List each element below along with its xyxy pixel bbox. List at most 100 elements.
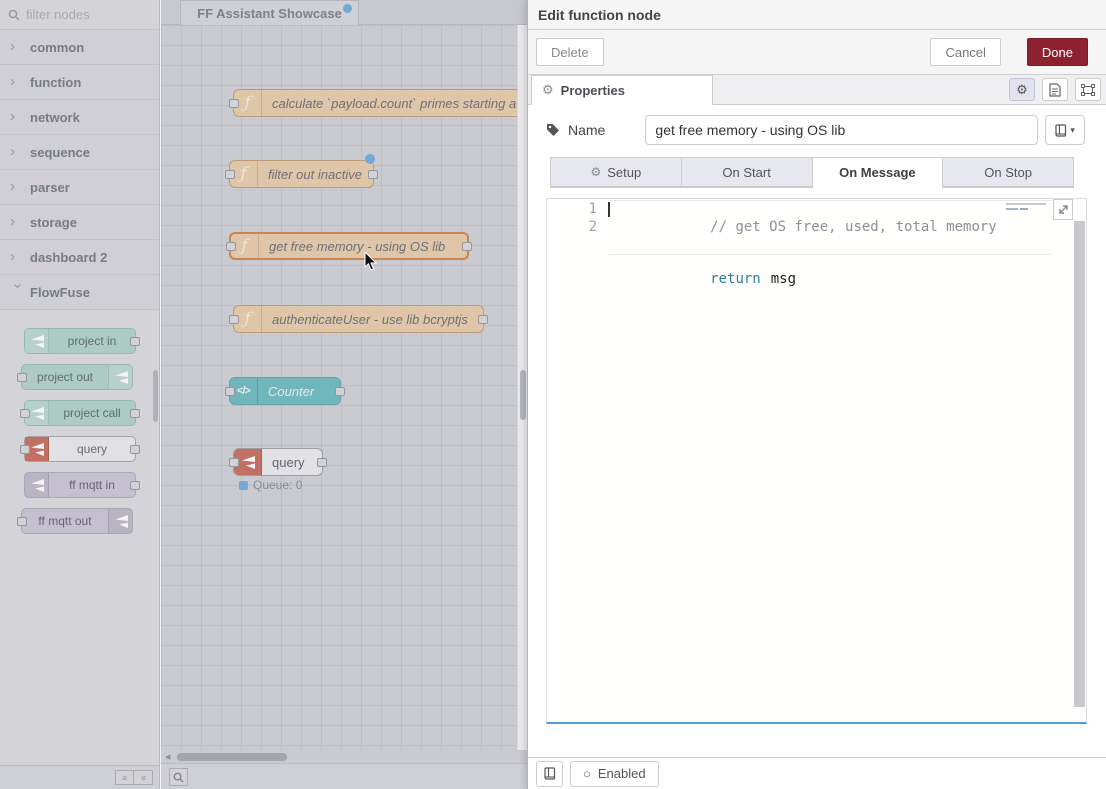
appearance-view-button[interactable] — [1075, 78, 1101, 101]
tab-setup[interactable]: ⚙ Setup — [550, 157, 682, 187]
tab-label: On Start — [722, 165, 770, 180]
palette-category-parser[interactable]: › parser — [0, 170, 159, 205]
tab-on-message[interactable]: On Message — [813, 157, 944, 188]
palette-node-project-out[interactable]: project out — [21, 364, 133, 390]
node-port-input[interactable] — [20, 409, 30, 418]
node-query[interactable]: query — [233, 448, 323, 476]
description-view-button[interactable] — [1042, 78, 1068, 101]
node-port-output[interactable] — [130, 481, 140, 490]
tray-toolbar: Delete Cancel Done — [528, 30, 1106, 75]
node-port-output[interactable] — [368, 170, 378, 179]
category-label: common — [30, 40, 84, 55]
node-port-input[interactable] — [229, 99, 239, 108]
node-port-output[interactable] — [478, 315, 488, 324]
delete-button[interactable]: Delete — [536, 38, 604, 66]
properties-view-button[interactable]: ⚙ — [1009, 78, 1035, 101]
enabled-label: Enabled — [598, 766, 646, 781]
node-port-input[interactable] — [229, 315, 239, 324]
flow-tabbar: FF Assistant Showcase — [161, 0, 527, 25]
name-input[interactable] — [645, 115, 1038, 145]
node-port-output[interactable] — [130, 409, 140, 418]
canvas-horizontal-scrollbar[interactable]: ◂ — [161, 750, 517, 763]
palette-node-project-call[interactable]: project call — [24, 400, 136, 426]
cancel-button[interactable]: Cancel — [930, 38, 1000, 66]
canvas-vertical-scrollbar[interactable] — [517, 25, 527, 750]
palette-category-storage[interactable]: › storage — [0, 205, 159, 240]
node-calculate-primes[interactable]: ƒ calculate `payload.count` primes start… — [233, 89, 517, 117]
gear-icon: ⚙ — [591, 165, 602, 179]
node-port-output[interactable] — [462, 242, 472, 251]
chevron-down-icon: › — [10, 283, 27, 299]
palette-category-network[interactable]: › network — [0, 100, 159, 135]
canvas-horizontal-scrollbar-thumb[interactable] — [177, 753, 287, 761]
done-button[interactable]: Done — [1027, 38, 1088, 66]
node-get-free-memory[interactable]: ƒ get free memory - using OS lib — [229, 232, 469, 260]
node-port-output[interactable] — [130, 337, 140, 346]
palette-category-sequence[interactable]: › sequence — [0, 135, 159, 170]
palette-category-flowfuse[interactable]: › FlowFuse — [0, 275, 159, 310]
palette-node-ff-mqtt-out[interactable]: ff mqtt out — [21, 508, 133, 534]
search-flows-button[interactable] — [169, 768, 188, 786]
chevron-right-icon: › — [10, 213, 26, 230]
tab-properties[interactable]: ⚙ Properties — [531, 75, 713, 105]
library-button[interactable] — [536, 761, 563, 787]
document-icon — [1049, 83, 1061, 97]
category-label: function — [30, 75, 81, 90]
palette-node-label: ff mqtt in — [49, 478, 135, 492]
chevron-right-icon: › — [10, 108, 26, 125]
node-label: Counter — [258, 384, 340, 399]
filter-nodes-input[interactable] — [26, 7, 136, 22]
palette-node-ff-mqtt-in[interactable]: ff mqtt in — [24, 472, 136, 498]
palette-node-project-in[interactable]: project in — [24, 328, 136, 354]
scroll-left-arrow-icon[interactable]: ◂ — [165, 750, 171, 763]
node-enabled-toggle[interactable]: ○ Enabled — [570, 761, 659, 787]
editor-code-lines[interactable]: // get OS free, used, total memory retur… — [609, 201, 1052, 306]
function-editor-tabs: ⚙ Setup On Start On Message On Stop — [550, 157, 1074, 188]
expand-editor-button[interactable] — [1053, 199, 1073, 220]
node-port-output[interactable] — [130, 445, 140, 454]
library-dropdown-button[interactable]: ▾ — [1045, 115, 1085, 145]
editor-scrollbar-thumb[interactable] — [1074, 221, 1085, 707]
code-keyword: return — [710, 271, 761, 287]
palette-category-dashboard2[interactable]: › dashboard 2 — [0, 240, 159, 275]
code-line-2: returnmsg — [609, 254, 1052, 307]
node-port-input[interactable] — [17, 373, 27, 382]
node-port-output[interactable] — [317, 458, 327, 467]
palette-node-label: ff mqtt out — [22, 514, 108, 528]
palette-category-function[interactable]: › function — [0, 65, 159, 100]
node-authenticate-user[interactable]: ƒ authenticateUser - use lib bcryptjs — [233, 305, 484, 333]
flow-tab-ff-assistant-showcase[interactable]: FF Assistant Showcase — [180, 0, 359, 25]
enabled-circle-icon: ○ — [583, 767, 591, 780]
editor-scrollbar[interactable] — [1073, 199, 1086, 722]
node-counter[interactable]: </> Counter — [229, 377, 341, 405]
tab-label: Setup — [607, 165, 641, 180]
line-number: 2 — [547, 219, 597, 237]
node-port-input[interactable] — [225, 170, 235, 179]
palette-collapse-all-button[interactable]: » — [115, 770, 134, 785]
palette-expand-all-button[interactable]: » — [134, 770, 153, 785]
function-code-editor[interactable]: 1 2 // get OS free, used, total memory r… — [546, 198, 1087, 724]
tray-footer: ○ Enabled — [528, 757, 1106, 789]
caret-down-icon: ▾ — [1070, 125, 1075, 136]
palette-scrollbar-thumb[interactable] — [153, 370, 158, 422]
flow-canvas[interactable]: ƒ calculate `payload.count` primes start… — [161, 25, 517, 750]
node-port-input[interactable] — [20, 445, 30, 454]
palette-category-common[interactable]: › common — [0, 30, 159, 65]
tray-title: Edit function node — [538, 7, 661, 23]
node-port-input[interactable] — [229, 458, 239, 467]
line-number: 1 — [547, 201, 597, 219]
node-port-input[interactable] — [225, 387, 235, 396]
node-port-output[interactable] — [335, 387, 345, 396]
tab-on-stop[interactable]: On Stop — [943, 157, 1074, 187]
double-chevron-down-icon: » — [138, 775, 148, 781]
palette-node-label: project out — [22, 370, 108, 384]
tab-on-start[interactable]: On Start — [682, 157, 813, 187]
palette-node-query[interactable]: query — [24, 436, 136, 462]
canvas-vertical-scrollbar-thumb[interactable] — [520, 370, 526, 420]
node-port-input[interactable] — [17, 517, 27, 526]
node-query-status: Queue: 0 — [239, 478, 302, 492]
node-port-input[interactable] — [226, 242, 236, 251]
node-label: calculate `payload.count` primes startin… — [262, 96, 517, 111]
search-icon — [8, 9, 20, 21]
node-filter-out-inactive[interactable]: ƒ filter out inactive — [229, 160, 374, 188]
